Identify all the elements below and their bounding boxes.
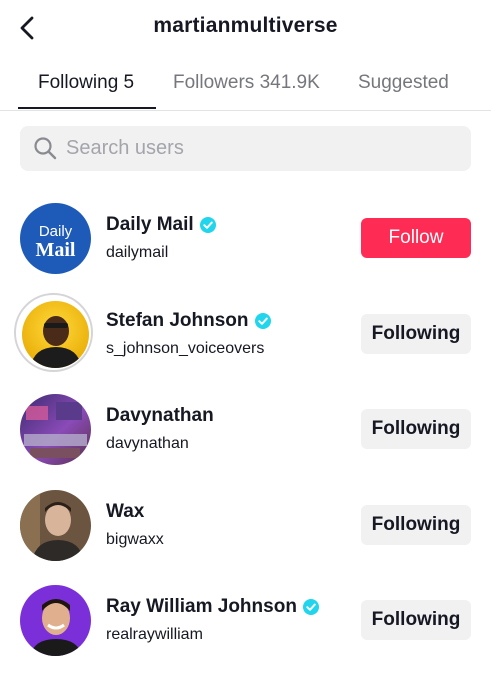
verified-badge-icon [199, 217, 216, 233]
name-line: Ray William Johnson [106, 596, 319, 618]
header: martianmultiverse [0, 0, 491, 56]
tab-suggested[interactable]: Suggested [358, 72, 449, 94]
name-line: Davynathan [106, 405, 214, 427]
search-bar[interactable] [20, 126, 471, 171]
following-button[interactable]: Following [361, 600, 471, 640]
user-row[interactable]: Daily Mail Daily Mail dailymail Follow [0, 194, 491, 284]
name-line: Wax [106, 501, 144, 523]
user-handle: s_johnson_voiceovers [106, 340, 265, 357]
user-name[interactable]: Ray William Johnson [106, 596, 297, 618]
user-name[interactable]: Davynathan [106, 405, 214, 427]
avatar[interactable] [20, 394, 91, 465]
name-line: Stefan Johnson [106, 310, 271, 332]
avatar[interactable]: Daily Mail [20, 203, 91, 274]
verified-badge-icon [302, 599, 319, 615]
tab-bar: Following 5 Followers 341.9K Suggested [0, 62, 491, 111]
following-button[interactable]: Following [361, 505, 471, 545]
user-row[interactable]: Ray William Johnson realraywilliam Follo… [0, 576, 491, 666]
name-line: Daily Mail [106, 214, 216, 236]
user-row[interactable]: Wax bigwaxx Following [0, 481, 491, 571]
user-name[interactable]: Daily Mail [106, 214, 194, 236]
avatar[interactable] [20, 490, 91, 561]
tab-followers[interactable]: Followers 341.9K [173, 72, 320, 94]
user-handle: dailymail [106, 244, 169, 261]
user-row[interactable]: Stefan Johnson s_johnson_voiceovers Foll… [0, 290, 491, 380]
user-handle: bigwaxx [106, 531, 164, 548]
search-input[interactable] [66, 126, 456, 171]
avatar[interactable] [22, 301, 89, 368]
active-tab-indicator [18, 107, 156, 109]
page-title: martianmultiverse [153, 14, 338, 37]
user-name[interactable]: Wax [106, 501, 144, 523]
avatar[interactable] [20, 585, 91, 656]
avatar-logo-text-top: Daily [39, 223, 73, 240]
user-row[interactable]: Davynathan davynathan Following [0, 385, 491, 475]
verified-badge-icon [254, 313, 271, 329]
following-button[interactable]: Following [361, 314, 471, 354]
user-name[interactable]: Stefan Johnson [106, 310, 249, 332]
tab-following[interactable]: Following 5 [38, 72, 134, 94]
search-icon [34, 137, 57, 160]
follow-button[interactable]: Follow [361, 218, 471, 258]
user-handle: davynathan [106, 435, 189, 452]
avatar-logo-text-bottom: Mail [36, 239, 76, 261]
following-button[interactable]: Following [361, 409, 471, 449]
user-handle: realraywilliam [106, 626, 203, 643]
